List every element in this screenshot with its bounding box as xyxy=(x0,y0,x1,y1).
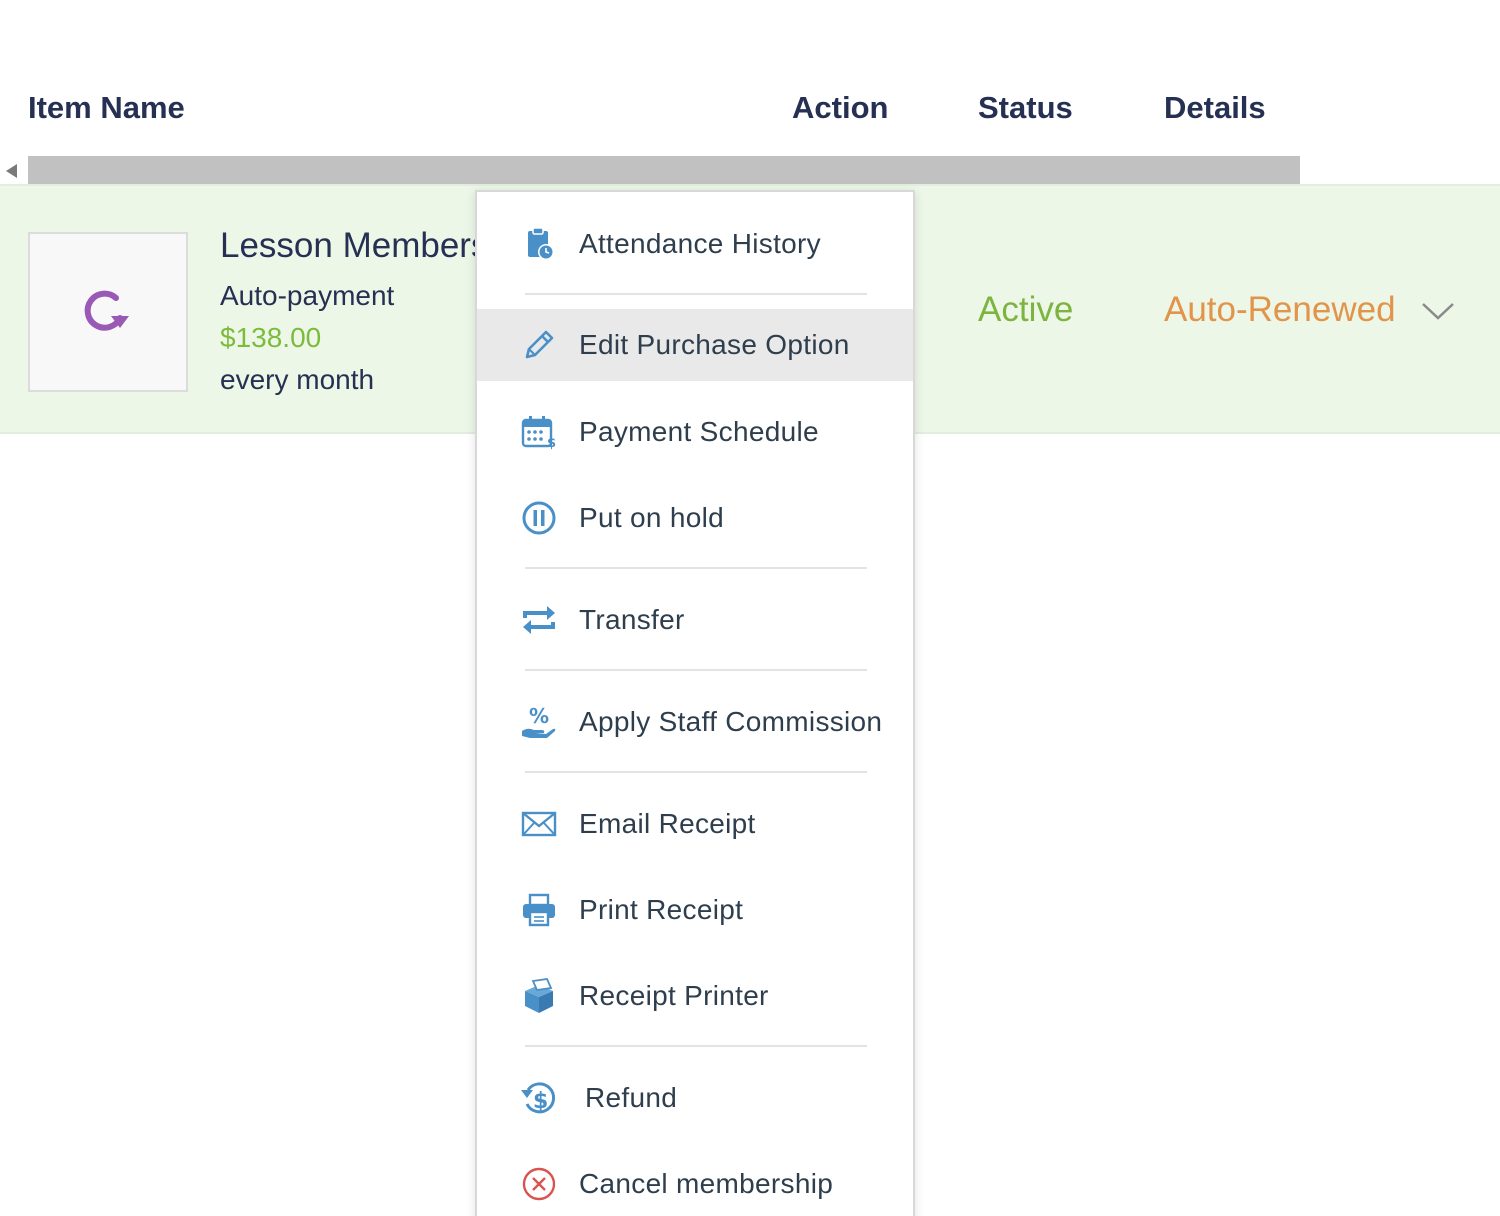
pause-icon xyxy=(517,496,561,540)
column-header-action: Action xyxy=(792,90,889,125)
menu-item-label: Email Receipt xyxy=(579,808,756,839)
menu-divider xyxy=(525,771,867,773)
menu-item-cancel-membership[interactable]: Cancel membership xyxy=(477,1154,913,1214)
menu-item-transfer[interactable]: Transfer xyxy=(477,590,913,650)
menu-item-payment-schedule[interactable]: $ Payment Schedule xyxy=(477,402,913,462)
menu-item-label: Cancel membership xyxy=(579,1168,834,1199)
clipboard-clock-icon xyxy=(517,222,561,266)
payment-frequency: every month xyxy=(220,364,375,395)
details-label: Auto-Renewed xyxy=(1164,290,1396,329)
menu-item-refund[interactable]: $ Refund xyxy=(477,1068,913,1128)
menu-item-email-receipt[interactable]: Email Receipt xyxy=(477,794,913,854)
printer-icon xyxy=(517,888,561,932)
scroll-left-arrow-icon[interactable] xyxy=(6,164,17,178)
box-printer-icon xyxy=(517,974,561,1018)
menu-divider xyxy=(525,293,867,295)
envelope-icon xyxy=(517,802,561,846)
column-header-status: Status xyxy=(978,90,1073,125)
cancel-icon xyxy=(517,1162,561,1206)
column-header-item-name: Item Name xyxy=(28,90,185,125)
menu-divider xyxy=(525,567,867,569)
pencil-icon xyxy=(517,323,561,367)
menu-item-print-receipt[interactable]: Print Receipt xyxy=(477,880,913,940)
menu-item-label: Attendance History xyxy=(579,228,821,259)
menu-divider xyxy=(525,669,867,671)
status-badge: Active xyxy=(978,290,1074,329)
menu-item-receipt-printer[interactable]: Receipt Printer xyxy=(477,966,913,1026)
menu-item-label: Edit Purchase Option xyxy=(579,329,850,360)
menu-item-label: Payment Schedule xyxy=(579,416,819,447)
menu-item-attendance-history[interactable]: Attendance History xyxy=(477,214,913,274)
refund-icon: $ xyxy=(517,1076,561,1120)
svg-text:%: % xyxy=(529,704,549,728)
percent-hand-icon: % xyxy=(517,700,561,744)
svg-text:$: $ xyxy=(533,1089,548,1114)
menu-item-label: Print Receipt xyxy=(579,894,744,925)
chevron-down-icon[interactable] xyxy=(1420,300,1456,322)
menu-item-put-on-hold[interactable]: Put on hold xyxy=(477,488,913,548)
menu-divider xyxy=(525,1045,867,1047)
menu-item-edit-purchase-option[interactable]: Edit Purchase Option xyxy=(477,309,913,381)
svg-text:$: $ xyxy=(547,436,556,450)
item-thumbnail xyxy=(28,232,188,392)
action-menu: Attendance History Edit Purchase Option xyxy=(475,190,915,1216)
menu-item-label: Refund xyxy=(585,1082,678,1113)
payment-type: Auto-payment xyxy=(220,280,395,311)
calendar-dollar-icon: $ xyxy=(517,410,561,454)
menu-item-label: Apply Staff Commission xyxy=(579,706,883,737)
menu-item-label: Receipt Printer xyxy=(579,980,769,1011)
column-header-details: Details xyxy=(1164,90,1266,125)
menu-item-label: Transfer xyxy=(579,604,685,635)
item-price: $138.00 xyxy=(220,322,322,353)
horizontal-scrollbar[interactable] xyxy=(28,156,1300,186)
renew-icon xyxy=(84,290,129,331)
menu-item-label: Put on hold xyxy=(579,502,724,533)
menu-item-apply-staff-commission[interactable]: % Apply Staff Commission xyxy=(477,692,913,752)
transfer-icon xyxy=(517,598,561,642)
